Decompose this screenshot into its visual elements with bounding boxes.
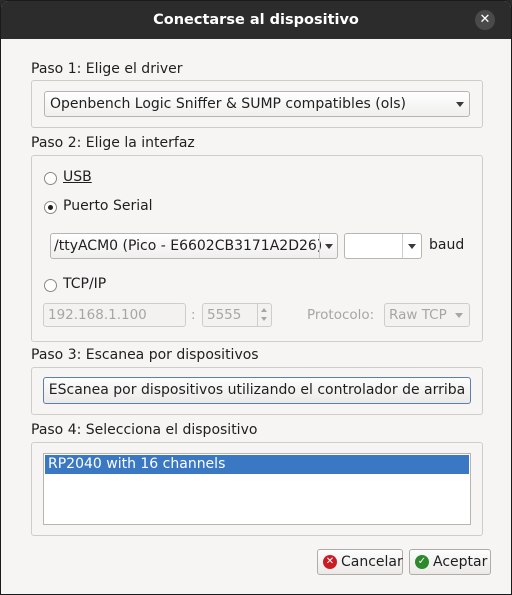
device-list-item[interactable]: RP2040 with 16 channels <box>45 455 469 474</box>
baud-combo[interactable] <box>344 233 422 259</box>
spin-separator <box>257 304 258 326</box>
title-bar: Conectarse al dispositivo ✕ <box>1 1 511 39</box>
serial-label[interactable]: Puerto Serial <box>63 198 153 214</box>
tcp-radio[interactable] <box>44 279 57 292</box>
dialog-title: Conectarse al dispositivo <box>153 12 359 28</box>
serial-radio[interactable] <box>44 201 57 214</box>
chevron-down-icon <box>455 313 463 318</box>
serial-port-select[interactable]: /ttyACM0 (Pico - E6602CB3171A2D26) <box>50 233 338 259</box>
step4-frame: RP2040 with 16 channels <box>31 442 483 536</box>
protocol-label: Protocolo: <box>307 307 375 323</box>
close-icon: ✕ <box>479 12 491 27</box>
device-list[interactable]: RP2040 with 16 channels <box>43 453 471 525</box>
step4-label: Paso 4: Selecciona el dispositivo <box>31 422 258 438</box>
serial-port-value: /ttyACM0 (Pico - E6602CB3171A2D26) <box>54 238 323 254</box>
ip-address-input[interactable]: 192.168.1.100 <box>43 303 186 327</box>
combo-separator <box>402 234 403 258</box>
driver-select-value: Openbench Logic Sniffer & SUMP compatibl… <box>50 96 406 112</box>
connect-device-dialog: Conectarse al dispositivo ✕ Paso 1: Elig… <box>0 0 512 595</box>
spin-up-icon[interactable] <box>261 308 267 312</box>
step2-frame: USB Puerto Serial /ttyACM0 (Pico - E6602… <box>31 155 483 342</box>
port-value: 5555 <box>207 307 242 323</box>
step1-frame: Openbench Logic Sniffer & SUMP compatibl… <box>31 80 483 128</box>
combo-separator <box>319 234 320 258</box>
protocol-select[interactable]: Raw TCP <box>384 303 470 327</box>
usb-radio[interactable] <box>44 172 57 185</box>
scan-devices-button[interactable]: EScanea por dispositivos utilizando el c… <box>43 377 471 404</box>
cancel-button[interactable]: ✕ Cancelar <box>317 549 403 575</box>
spin-down-icon[interactable] <box>261 317 267 321</box>
step3-frame: EScanea por dispositivos utilizando el c… <box>31 367 483 415</box>
cancel-icon: ✕ <box>323 555 337 569</box>
chevron-down-icon <box>408 244 416 249</box>
step2-label: Paso 2: Elige la interfaz <box>31 135 195 151</box>
port-separator: : <box>191 307 196 323</box>
tcp-label[interactable]: TCP/IP <box>63 276 106 292</box>
driver-select[interactable]: Openbench Logic Sniffer & SUMP compatibl… <box>44 91 470 117</box>
port-spinbox[interactable]: 5555 <box>202 303 272 327</box>
baud-unit-label: baud <box>429 237 465 253</box>
accept-button-label: Aceptar <box>433 554 488 570</box>
chevron-down-icon <box>325 244 333 249</box>
ip-address-placeholder: 192.168.1.100 <box>48 307 147 323</box>
usb-label[interactable]: USB <box>63 169 92 185</box>
close-button[interactable]: ✕ <box>475 10 495 30</box>
accept-button[interactable]: ✓ Aceptar <box>409 549 491 575</box>
step3-label: Paso 3: Escanea por dispositivos <box>31 347 259 363</box>
check-icon: ✓ <box>415 555 429 569</box>
protocol-value: Raw TCP <box>389 307 447 323</box>
chevron-down-icon <box>456 102 464 107</box>
step1-label: Paso 1: Elige el driver <box>31 61 183 77</box>
cancel-button-label: Cancelar <box>341 554 403 570</box>
